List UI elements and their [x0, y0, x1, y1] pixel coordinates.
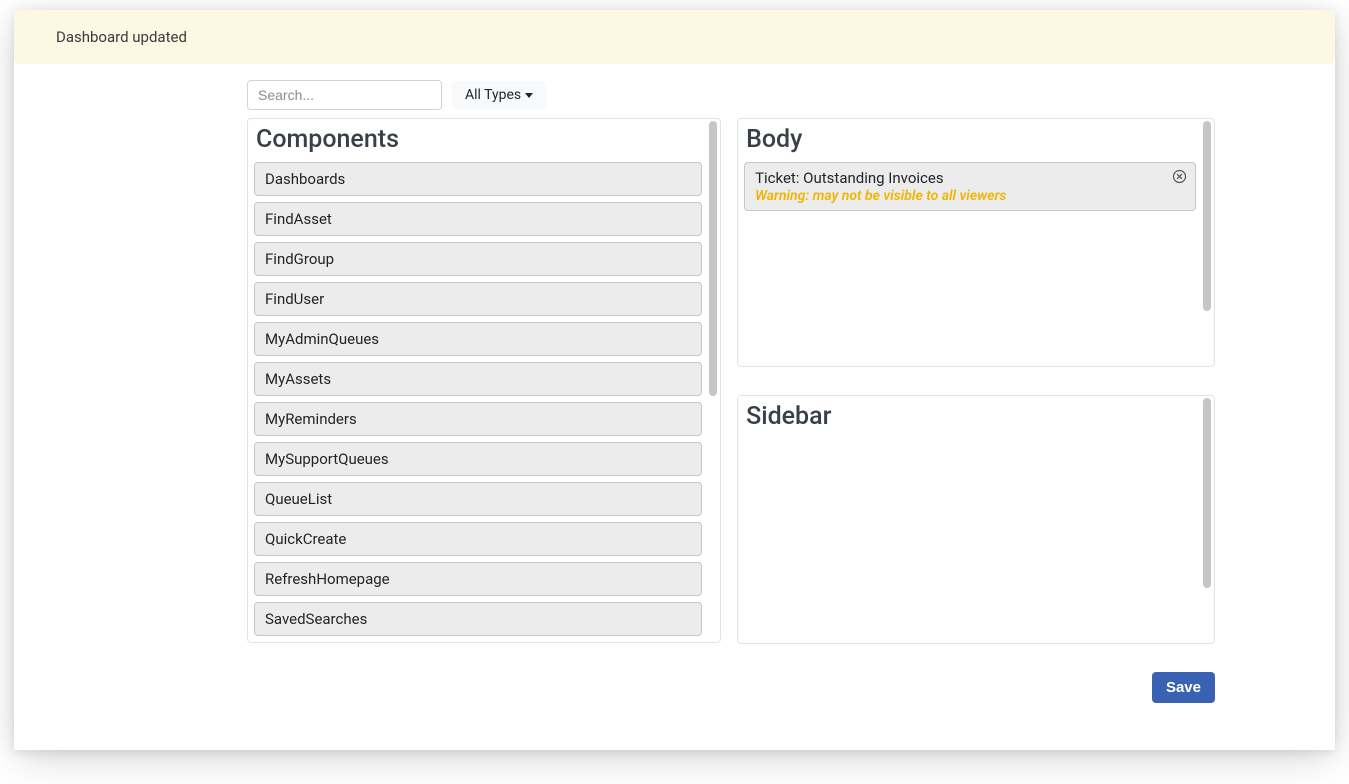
component-item[interactable]: RefreshHomepage	[254, 562, 702, 596]
component-item[interactable]: MyReminders	[254, 402, 702, 436]
scrollbar[interactable]	[708, 121, 718, 640]
toolbar: All Types	[247, 80, 1335, 110]
body-item[interactable]: Ticket: Outstanding Invoices Warning: ma…	[744, 162, 1196, 211]
alert-message: Dashboard updated	[56, 28, 187, 46]
body-title: Body	[746, 125, 1196, 154]
scrollbar-thumb[interactable]	[1203, 398, 1211, 588]
component-item[interactable]: QuickCreate	[254, 522, 702, 556]
component-item[interactable]: Dashboards	[254, 162, 702, 196]
component-item[interactable]: SavedSearches	[254, 602, 702, 636]
scrollbar-thumb[interactable]	[1203, 121, 1211, 311]
panels-wrap: Components Dashboards FindAsset FindGrou…	[247, 118, 1215, 644]
component-item-label: Dashboards	[265, 170, 345, 188]
scrollbar-thumb[interactable]	[709, 121, 717, 396]
component-item-label: RefreshHomepage	[265, 570, 390, 588]
save-button-label: Save	[1166, 679, 1201, 696]
components-column: Components Dashboards FindAsset FindGrou…	[247, 118, 721, 644]
component-item-label: MySupportQueues	[265, 450, 389, 468]
components-panel: Components Dashboards FindAsset FindGrou…	[247, 118, 721, 643]
remove-icon[interactable]	[1172, 169, 1187, 184]
component-item-label: MyReminders	[265, 410, 357, 428]
alert-banner: Dashboard updated	[14, 10, 1335, 64]
body-item-warning: Warning: may not be visible to all viewe…	[755, 188, 1185, 204]
body-item-title: Ticket: Outstanding Invoices	[755, 169, 1185, 187]
component-item-label: FindAsset	[265, 210, 332, 228]
component-item[interactable]: MyAdminQueues	[254, 322, 702, 356]
component-item-label: FindGroup	[265, 250, 334, 268]
sidebar-title: Sidebar	[746, 402, 1196, 431]
scrollbar[interactable]	[1202, 398, 1212, 641]
chevron-down-icon	[525, 93, 533, 98]
component-item[interactable]: MyAssets	[254, 362, 702, 396]
component-item-label: SavedSearches	[265, 610, 367, 628]
page-shell: Dashboard updated All Types Components D…	[14, 10, 1335, 750]
component-item[interactable]: QueueList	[254, 482, 702, 516]
component-item[interactable]: MySupportQueues	[254, 442, 702, 476]
component-item-label: QueueList	[265, 490, 332, 508]
component-item[interactable]: FindUser	[254, 282, 702, 316]
type-filter-label: All Types	[465, 87, 521, 103]
body-panel-inner: Body Ticket: Outstanding Invoices Warnin…	[738, 119, 1202, 366]
sidebar-panel-inner: Sidebar	[738, 396, 1202, 643]
sidebar-panel: Sidebar	[737, 395, 1215, 644]
component-item[interactable]: FindAsset	[254, 202, 702, 236]
component-item-label: MyAdminQueues	[265, 330, 379, 348]
right-column: Body Ticket: Outstanding Invoices Warnin…	[737, 118, 1215, 644]
components-title: Components	[256, 125, 702, 154]
search-input[interactable]	[247, 80, 442, 110]
scrollbar[interactable]	[1202, 121, 1212, 364]
type-filter-dropdown[interactable]: All Types	[452, 81, 546, 109]
save-row: Save	[14, 672, 1215, 703]
component-item[interactable]: FindGroup	[254, 242, 702, 276]
body-panel: Body Ticket: Outstanding Invoices Warnin…	[737, 118, 1215, 367]
components-panel-inner: Components Dashboards FindAsset FindGrou…	[248, 119, 708, 642]
component-item-label: FindUser	[265, 290, 324, 308]
component-item-label: QuickCreate	[265, 530, 346, 548]
save-button[interactable]: Save	[1152, 672, 1215, 703]
component-item-label: MyAssets	[265, 370, 331, 388]
